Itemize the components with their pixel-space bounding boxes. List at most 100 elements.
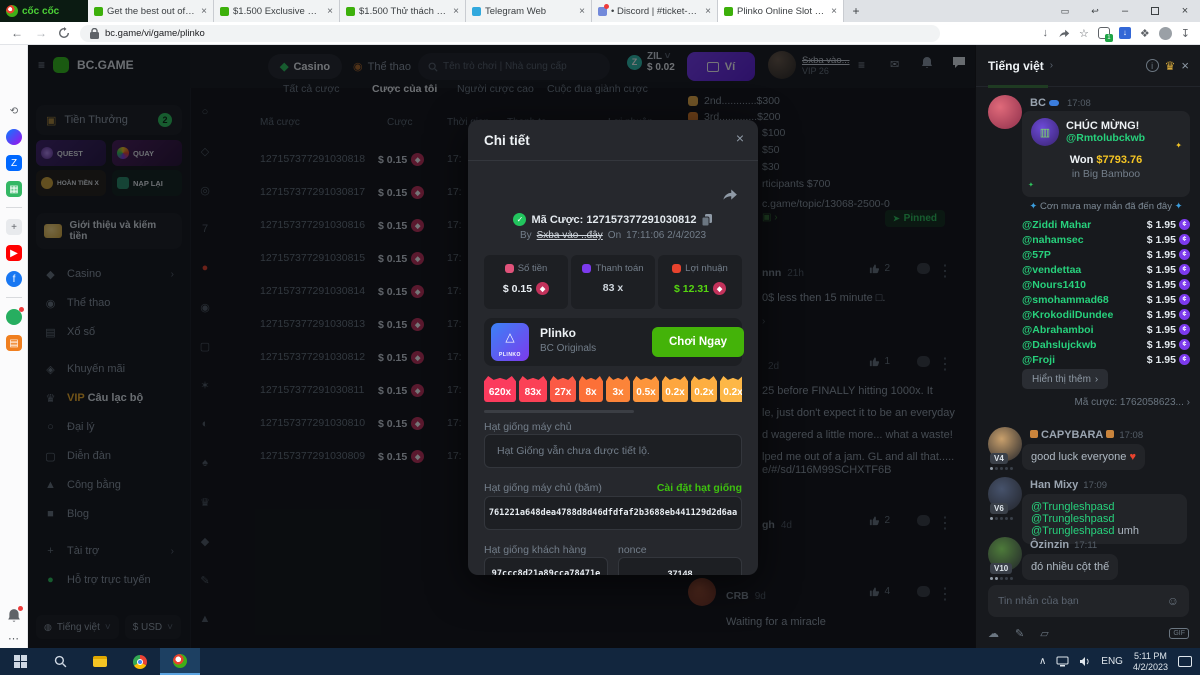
chat-room-select[interactable]: Tiếng việt xyxy=(988,59,1044,73)
eraser-icon[interactable]: ▱ xyxy=(1040,627,1048,640)
browser-tab[interactable]: $1.500 Exclusive Weekend Pli × xyxy=(214,0,340,22)
tab-close-icon[interactable]: × xyxy=(201,6,207,17)
rain-winner-row[interactable]: @57P $ 1.95 ¢ xyxy=(1022,247,1190,262)
start-button[interactable] xyxy=(0,648,40,675)
multiplier-chip[interactable]: 27x xyxy=(550,376,576,402)
history-icon[interactable]: ⟲ xyxy=(6,103,22,119)
add-icon[interactable]: + xyxy=(6,219,22,235)
modal-close-icon[interactable]: × xyxy=(736,130,744,146)
back-button[interactable]: ← xyxy=(10,26,24,40)
messenger-icon[interactable] xyxy=(6,129,22,145)
reader-mode-icon[interactable]: ▭ xyxy=(1050,0,1080,22)
client-seed-field[interactable]: 97ccc8d21a89cca78471e xyxy=(484,557,608,575)
tab-close-icon[interactable]: × xyxy=(705,6,711,17)
network-icon[interactable] xyxy=(1056,656,1069,667)
sidebar-more-icon[interactable]: ⋯ xyxy=(8,632,19,645)
new-tab-button[interactable]: + xyxy=(844,0,868,22)
multiplier-chip[interactable]: 620x xyxy=(484,376,516,402)
reload-button[interactable] xyxy=(58,27,70,39)
download-manager-icon[interactable]: ↓ xyxy=(1118,27,1131,39)
tab-close-icon[interactable]: × xyxy=(327,6,333,17)
rain-winner-row[interactable]: @smohammad68 $ 1.95 ¢ xyxy=(1022,292,1190,307)
message-bub​ble[interactable]: @Trungleshpasd @Trungleshpasd @Trunglesh… xyxy=(1022,494,1187,544)
winners-show-more[interactable]: Hiển thị thêm › xyxy=(1022,369,1109,389)
rain-drop-icon[interactable]: ☁ xyxy=(988,627,999,640)
congrats-winner[interactable]: @Rmtolubckwb xyxy=(1066,132,1145,144)
emoji-icon[interactable]: ☺ xyxy=(1167,594,1179,608)
share-icon[interactable] xyxy=(1057,27,1070,39)
chat-close-icon[interactable]: × xyxy=(1181,58,1189,73)
tab-close-icon[interactable]: × xyxy=(579,6,585,17)
browser-tab[interactable]: • Discord | #ticket-9088 | BC × xyxy=(592,0,718,22)
gif-icon[interactable]: GIF xyxy=(1169,628,1189,639)
info-icon[interactable]: i xyxy=(1145,59,1159,72)
browser-tab[interactable]: Plinko Online Slot - Play onli × xyxy=(718,0,844,22)
browser-tab[interactable]: Telegram Web × xyxy=(466,0,592,22)
multiplier-chip[interactable]: 0.5x xyxy=(633,376,659,402)
multiplier-chip[interactable]: 0.2x xyxy=(691,376,717,402)
copy-icon[interactable] xyxy=(701,213,713,226)
file-explorer-icon[interactable] xyxy=(80,648,120,675)
close-button[interactable]: × xyxy=(1170,0,1200,22)
games-icon[interactable]: ▦ xyxy=(6,181,22,197)
browser-tab[interactable]: $1.500 Thử thách Uy tín Plink × xyxy=(340,0,466,22)
multiplier-chip[interactable]: 8x xyxy=(579,376,603,402)
volume-icon[interactable] xyxy=(1079,656,1091,667)
bet-username[interactable]: Sxba vào ..đây xyxy=(537,230,603,241)
sidebar-bell-icon[interactable] xyxy=(7,606,23,628)
coccoc-taskbar-icon[interactable] xyxy=(160,648,200,675)
profile-avatar[interactable] xyxy=(1158,26,1172,40)
seed-settings-link[interactable]: Cài đặt hạt giống xyxy=(657,482,742,494)
facebook-icon[interactable]: f xyxy=(6,271,22,287)
maximize-button[interactable] xyxy=(1140,0,1170,22)
server-seed-hash-field[interactable]: 761221a648dea4788d8d46dfdfaf2b3688eb4411… xyxy=(484,496,742,530)
rain-winner-row[interactable]: @Froji $ 1.95 ¢ xyxy=(1022,352,1190,367)
multiplier-chip[interactable]: 0.2x xyxy=(662,376,688,402)
cart-icon[interactable]: ▤ xyxy=(6,335,22,351)
url-field[interactable]: bc.game/vi/game/plinko xyxy=(80,24,940,42)
youtube-icon[interactable]: ▶ xyxy=(6,245,22,261)
multiplier-chip[interactable]: 0.2x xyxy=(720,376,742,402)
rain-winner-row[interactable]: @nahamsec $ 1.95 ¢ xyxy=(1022,232,1190,247)
bet-ref-link[interactable]: Mã cược: 1762058623... › xyxy=(1022,397,1190,408)
modal-share-icon[interactable] xyxy=(720,186,738,207)
rain-winner-row[interactable]: @Dahslujckwb $ 1.95 ¢ xyxy=(1022,337,1190,352)
forward-button[interactable]: → xyxy=(34,26,48,40)
pen-icon[interactable]: ✎ xyxy=(1015,627,1024,640)
tab-close-icon[interactable]: × xyxy=(453,6,459,17)
plinko-tile-icon[interactable]: △ PLINKO xyxy=(491,323,529,361)
adblock-icon[interactable]: 1 xyxy=(1097,27,1113,42)
downloads-tray-icon[interactable]: ↧ xyxy=(1181,27,1190,40)
play-now-button[interactable]: Chơi Ngay xyxy=(652,327,744,357)
minimize-button[interactable]: – xyxy=(1110,0,1140,22)
chat-input[interactable]: Tin nhắn của bạn ☺ xyxy=(988,585,1189,617)
language-indicator[interactable]: ENG xyxy=(1101,656,1123,667)
taskbar-search-icon[interactable] xyxy=(40,648,80,675)
chips-scrollbar[interactable] xyxy=(484,410,634,413)
chrome-icon[interactable] xyxy=(120,648,160,675)
bc-avatar[interactable] xyxy=(988,95,1022,129)
history-back-icon[interactable]: ↩ xyxy=(1080,0,1110,22)
server-seed-field[interactable]: Hạt Giống vẫn chưa được tiết lộ. xyxy=(484,434,742,468)
browser-tab[interactable]: Get the best out of sports be × xyxy=(88,0,214,22)
tab-close-icon[interactable]: × xyxy=(831,6,837,17)
rain-winner-row[interactable]: @KrokodilDundee $ 1.95 ¢ xyxy=(1022,307,1190,322)
message-bub​ble[interactable]: good luck everyone ♥ xyxy=(1022,444,1145,470)
rain-winner-row[interactable]: @vendettaa $ 1.95 ¢ xyxy=(1022,262,1190,277)
capture-icon[interactable] xyxy=(6,307,24,325)
multiplier-chip[interactable]: 3x xyxy=(606,376,630,402)
rain-winner-row[interactable]: @Ziddi Mahar $ 1.95 ¢ xyxy=(1022,217,1190,232)
nonce-field[interactable]: 37148 xyxy=(618,557,742,575)
coccoc-brand[interactable]: cốc cốc xyxy=(0,0,88,22)
bookmark-star-icon[interactable]: ☆ xyxy=(1079,27,1089,40)
extensions-icon[interactable]: ❖ xyxy=(1140,27,1150,40)
message-bub​ble[interactable]: đó nhiều cột thế xyxy=(1022,554,1119,580)
taskbar-clock[interactable]: 5:11 PM 4/2/2023 xyxy=(1133,651,1168,673)
trophy-icon[interactable]: ♛ xyxy=(1165,59,1176,73)
rain-winner-row[interactable]: @Nours1410 $ 1.95 ¢ xyxy=(1022,277,1190,292)
save-page-icon[interactable]: ↓ xyxy=(1043,27,1049,39)
hidden-icons-chevron[interactable]: ∧ xyxy=(1039,656,1046,667)
rain-winner-row[interactable]: @Abrahamboi $ 1.95 ¢ xyxy=(1022,322,1190,337)
zalo-icon[interactable]: Z xyxy=(6,155,22,171)
multiplier-chip[interactable]: 83x xyxy=(519,376,547,402)
